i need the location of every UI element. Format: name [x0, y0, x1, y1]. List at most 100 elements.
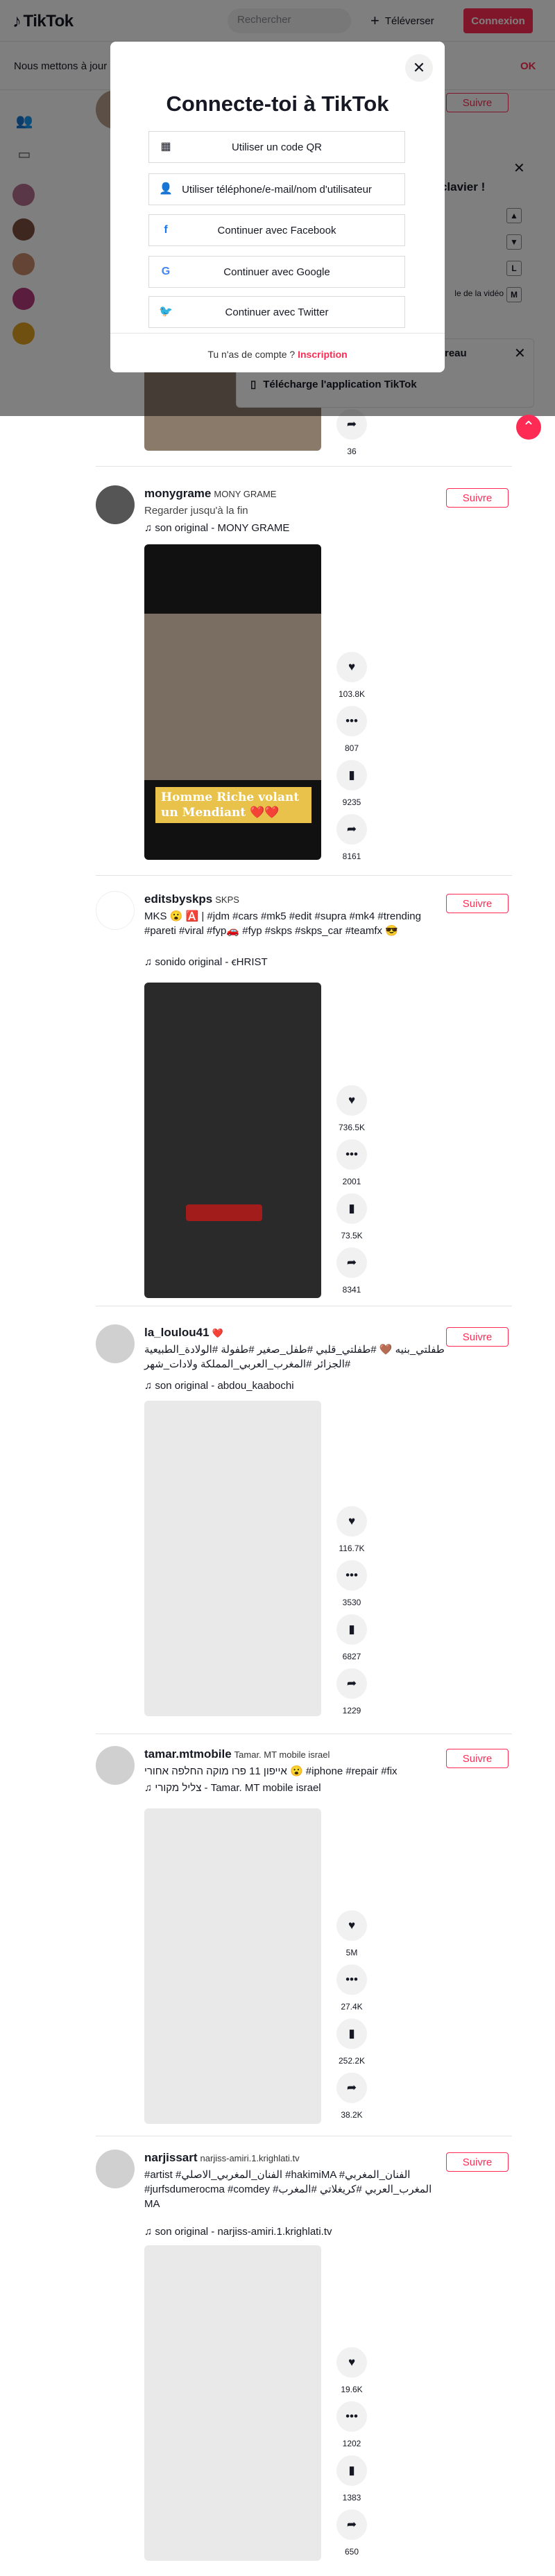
nickname: ❤️ — [212, 1328, 223, 1338]
save-action[interactable]: ▮ 252.2K — [335, 2019, 368, 2066]
share-action[interactable]: ➦ 1229 — [335, 1668, 368, 1715]
video-player[interactable] — [144, 1401, 321, 1716]
music-link[interactable]: ♫ son original - narjiss-amiri.1.krighla… — [144, 2226, 332, 2238]
feed-post: editsbyskps SKPS MKS 😮 🅰️ | #jdm #cars #m… — [96, 891, 512, 1307]
like-action[interactable]: ♥ 736.5K — [335, 1085, 368, 1132]
feed-post: monygrame MONY GRAME Regarder jusqu'à la … — [96, 485, 512, 874]
share-count: 8161 — [342, 852, 361, 861]
nickname: narjiss-amiri.1.krighlati.tv — [200, 2153, 300, 2163]
person-icon: 👤 — [159, 183, 173, 195]
share-action[interactable]: ➦ 38.2K — [335, 2073, 368, 2120]
avatar[interactable] — [96, 2150, 135, 2188]
follow-button[interactable]: Suivre — [446, 894, 509, 913]
follow-button[interactable]: Suivre — [446, 2152, 509, 2172]
comment-action[interactable]: ••• 2001 — [335, 1139, 368, 1186]
username[interactable]: editsbyskps — [144, 892, 212, 906]
like-action[interactable]: ♥ 5M — [335, 1910, 368, 1957]
username[interactable]: narjissart — [144, 2151, 198, 2164]
tail-light-shape — [186, 1204, 262, 1221]
username[interactable]: la_loulou41 — [144, 1326, 210, 1339]
username[interactable]: tamar.mtmobile — [144, 1747, 232, 1761]
comment-icon: ••• — [336, 2401, 367, 2432]
avatar[interactable] — [96, 1324, 135, 1363]
avatar[interactable] — [96, 485, 135, 524]
share-action[interactable]: ➦ 650 — [335, 2509, 368, 2557]
nickname: Tamar. MT mobile israel — [234, 1749, 330, 1760]
comment-action[interactable]: ••• 807 — [335, 706, 368, 753]
music-link[interactable]: ♫ צליל מקורי - Tamar. MT mobile israel — [144, 1782, 321, 1794]
video-player[interactable] — [144, 2245, 321, 2561]
nickname: MONY GRAME — [214, 489, 277, 499]
comment-action[interactable]: ••• 1202 — [335, 2401, 368, 2448]
modal-footer: Tu n'as de compte ? Inscription — [110, 333, 445, 372]
feed-post: narjissart narjiss-amiri.1.krighlati.tv #… — [96, 2150, 512, 2573]
comment-action[interactable]: ••• 3530 — [335, 1560, 368, 1607]
like-count: 736.5K — [338, 1123, 366, 1132]
music-link[interactable]: ♫ son original - abdou_kaabochi — [144, 1380, 294, 1392]
music-link[interactable]: ♫ son original - MONY GRAME — [144, 522, 289, 534]
bookmark-icon: ▮ — [336, 2455, 367, 2486]
google-icon: G — [161, 266, 171, 277]
twitter-button[interactable]: 🐦 Continuer avec Twitter — [148, 296, 405, 328]
signup-prompt: Tu n'as de compte ? — [207, 349, 296, 360]
save-action[interactable]: ▮ 9235 — [335, 760, 368, 807]
like-count: 5M — [345, 1948, 358, 1957]
divider — [96, 875, 512, 876]
heart-icon: ♥ — [336, 652, 367, 682]
follow-button[interactable]: Suivre — [446, 1327, 509, 1347]
nickname: SKPS — [215, 894, 239, 905]
save-count: 73.5K — [341, 1231, 363, 1241]
follow-button[interactable]: Suivre — [446, 488, 509, 508]
save-action[interactable]: ▮ 1383 — [335, 2455, 368, 2502]
bookmark-icon: ▮ — [336, 1193, 367, 1224]
save-count: 252.2K — [338, 2056, 366, 2066]
comment-icon: ••• — [336, 1964, 367, 1995]
signup-link[interactable]: Inscription — [298, 349, 348, 360]
save-action[interactable]: ▮ 6827 — [335, 1614, 368, 1661]
feed-post: la_loulou41 ❤️ طفلتي_بنيه 🤎 #طفلتي_قلبي #… — [96, 1324, 512, 1716]
music-link[interactable]: ♫ sonido original - ꞓHRIST — [144, 955, 268, 969]
arrow-up-icon: ⌃ — [522, 418, 536, 435]
video-caption: Homme Riche volant un Mendiant ❤️❤️ — [155, 787, 311, 823]
twitter-icon: 🐦 — [159, 306, 173, 318]
comment-icon: ••• — [336, 1560, 367, 1591]
close-icon[interactable]: ✕ — [405, 54, 433, 82]
google-button[interactable]: G Continuer avec Google — [148, 256, 405, 288]
comment-count: 27.4K — [341, 2002, 363, 2012]
comment-count: 2001 — [342, 1177, 361, 1186]
phone-email-button[interactable]: 👤 Utiliser téléphone/e-mail/nom d'utilisa… — [148, 173, 405, 205]
facebook-button[interactable]: f Continuer avec Facebook — [148, 214, 405, 246]
save-count: 6827 — [342, 1652, 361, 1661]
author-line: editsbyskps SKPS — [144, 892, 239, 906]
qr-code-button[interactable]: ▦ Utiliser un code QR — [148, 131, 405, 163]
heart-icon: ♥ — [336, 1910, 367, 1941]
video-player[interactable] — [144, 1808, 321, 2124]
share-count: 38.2K — [341, 2110, 363, 2120]
like-action[interactable]: ♥ 103.8K — [335, 652, 368, 699]
video-player[interactable] — [144, 983, 321, 1298]
share-count: 8341 — [342, 1285, 361, 1295]
avatar[interactable] — [96, 1746, 135, 1785]
share-action[interactable]: ➦ 8161 — [335, 814, 368, 861]
share-count: 1229 — [342, 1706, 361, 1715]
save-count: 1383 — [342, 2493, 361, 2502]
share-action[interactable]: ➦ 36 — [335, 409, 368, 456]
like-action[interactable]: ♥ 19.6K — [335, 2347, 368, 2394]
comment-action[interactable]: ••• 27.4K — [335, 1964, 368, 2012]
comment-icon: ••• — [336, 1139, 367, 1170]
video-player[interactable]: Homme Riche volant un Mendiant ❤️❤️ — [144, 544, 321, 860]
like-action[interactable]: ♥ 116.7K — [335, 1506, 368, 1553]
share-icon: ➦ — [336, 1247, 367, 1278]
save-action[interactable]: ▮ 73.5K — [335, 1193, 368, 1241]
avatar[interactable] — [96, 891, 135, 930]
share-action[interactable]: ➦ 8341 — [335, 1247, 368, 1295]
share-icon: ➦ — [336, 814, 367, 845]
post-description: #artist #الفنان_المغربي_الاصلي #hakimiMA… — [144, 2169, 432, 2210]
back-to-top-button[interactable]: ⌃ — [516, 415, 541, 440]
bookmark-icon: ▮ — [336, 760, 367, 790]
comment-icon: ••• — [336, 706, 367, 736]
follow-button[interactable]: Suivre — [446, 1749, 509, 1768]
feed-post: tamar.mtmobile Tamar. MT mobile israel אי… — [96, 1746, 512, 2148]
comment-count: 807 — [344, 743, 359, 753]
username[interactable]: monygrame — [144, 487, 211, 500]
